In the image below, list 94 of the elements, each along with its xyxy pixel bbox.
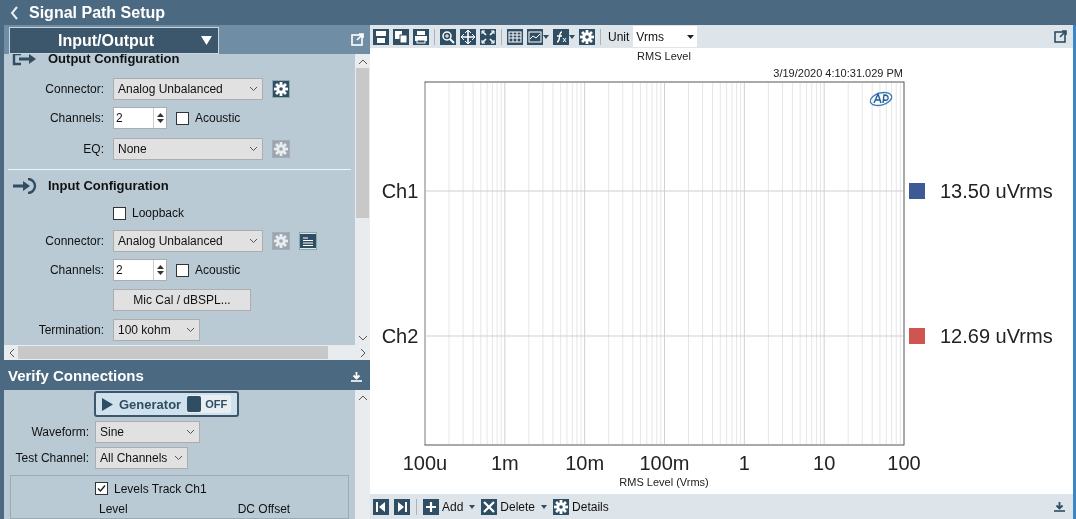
fit-icon[interactable] (480, 28, 496, 45)
chevron-down-icon (249, 86, 258, 92)
section-heading: Input Configuration (48, 177, 169, 196)
column-heading: DC Offset (237, 501, 291, 518)
plus-icon (423, 498, 439, 515)
chevron-down-icon (174, 454, 183, 461)
checkbox[interactable] (176, 111, 189, 125)
field-label: Test Channel: (15, 449, 89, 467)
eq-dropdown[interactable]: None (113, 138, 263, 160)
function-icon[interactable] (553, 28, 575, 45)
field-label: Channels: (49, 262, 104, 279)
generator-switch[interactable]: OFF (187, 395, 232, 414)
panel-dropdown[interactable]: Input/Output (9, 27, 219, 54)
channel-label: Ch1 (381, 180, 419, 202)
up-arrow-icon[interactable] (156, 113, 164, 117)
checkbox[interactable] (113, 206, 126, 220)
save-icon[interactable] (373, 28, 389, 45)
delete-button[interactable]: Delete (481, 497, 549, 516)
mic-cal-button[interactable]: Mic Cal / dBSPL... (113, 289, 251, 311)
caret-down-icon (201, 36, 212, 45)
connector-dropdown[interactable]: Analog Unbalanced (113, 78, 263, 100)
last-icon[interactable] (394, 498, 410, 515)
reading-value: 12.69 uVrms (940, 325, 1053, 347)
cross-icon (481, 498, 498, 515)
settings-button[interactable] (272, 80, 290, 98)
field-label: Connector: (45, 233, 104, 250)
axis-tick-label: 1m (490, 452, 519, 474)
gear-icon (553, 498, 570, 515)
waveform-dropdown[interactable]: Sine (95, 420, 200, 443)
print-icon[interactable] (413, 28, 429, 45)
section-heading: Output Configuration (48, 54, 180, 69)
graph-icon[interactable] (527, 28, 549, 45)
chevron-down-icon (186, 327, 195, 333)
scrollbar-thumb[interactable] (356, 68, 369, 218)
axis-title: RMS Level (Vrms) (619, 476, 709, 488)
output-icon (12, 54, 38, 66)
settings-icon[interactable] (579, 28, 595, 45)
down-arrow-icon[interactable] (156, 271, 164, 275)
chevron-down-icon (249, 238, 258, 244)
field-label: Waveform: (31, 423, 89, 441)
field-label: EQ: (83, 141, 104, 158)
unit-dropdown[interactable]: Vrms (633, 26, 698, 47)
channel-label: Ch2 (381, 325, 419, 347)
list-button[interactable] (299, 232, 317, 250)
back-icon[interactable] (10, 5, 19, 20)
zoom-in-icon[interactable] (440, 28, 456, 45)
field-label: Connector: (45, 81, 104, 98)
axis-tick-label: 10 (813, 452, 836, 474)
table-icon[interactable] (507, 28, 523, 45)
timestamp: 3/19/2020 4:10:31.029 PM (773, 67, 903, 79)
input-icon (12, 178, 38, 194)
down-arrow-icon[interactable] (156, 119, 164, 123)
axis-tick-label: 1 (738, 452, 750, 474)
checkbox-label: Acoustic (195, 262, 241, 279)
number-field[interactable]: 2 (113, 107, 167, 129)
generator-button[interactable]: Generator OFF (94, 391, 240, 418)
copy-icon[interactable] (393, 28, 409, 45)
axis-tick-label: 100 (887, 452, 921, 474)
checkbox-label: Loopback (132, 205, 185, 222)
checkbox-label: Acoustic (195, 110, 241, 127)
axis-tick-label: 100u (402, 452, 448, 474)
window-title: Signal Path Setup (29, 2, 165, 23)
download-icon[interactable] (1054, 501, 1065, 512)
scrollbar-thumb[interactable] (18, 346, 328, 359)
chart-title: RMS Level (637, 50, 691, 62)
popout-icon[interactable] (1054, 30, 1067, 43)
column-heading: Level (99, 501, 128, 518)
checkbox[interactable] (95, 482, 108, 496)
field-label: Termination: (38, 322, 104, 339)
caret-down-icon (687, 34, 695, 39)
unit-label: Unit (608, 28, 630, 46)
caret-down-icon (469, 504, 476, 509)
download-icon[interactable] (351, 370, 362, 382)
connector-dropdown[interactable]: Analog Unbalanced (113, 230, 263, 252)
caret-down-icon (541, 504, 548, 509)
checkbox[interactable] (176, 263, 189, 277)
field-label: Channels: (49, 110, 104, 127)
up-arrow-icon[interactable] (156, 265, 164, 269)
number-field[interactable]: 2 (113, 259, 167, 281)
details-button[interactable]: Details (553, 497, 613, 516)
checkbox-label: Levels Track Ch1 (114, 481, 207, 498)
play-icon (102, 397, 113, 411)
section-heading: Verify Connections (8, 365, 144, 386)
termination-dropdown[interactable]: 100 kohm (113, 319, 200, 341)
test-channel-dropdown[interactable]: All Channels (95, 446, 188, 469)
move-icon[interactable] (460, 28, 476, 45)
chevron-down-icon (186, 428, 195, 435)
first-icon[interactable] (373, 498, 389, 515)
chevron-down-icon (249, 146, 258, 152)
axis-tick-label: 10m (565, 452, 605, 474)
add-button[interactable]: Add (423, 497, 477, 516)
axis-tick-label: 100m (639, 452, 690, 474)
logo-icon (869, 91, 893, 107)
reading-value: 13.50 uVrms (940, 180, 1053, 202)
